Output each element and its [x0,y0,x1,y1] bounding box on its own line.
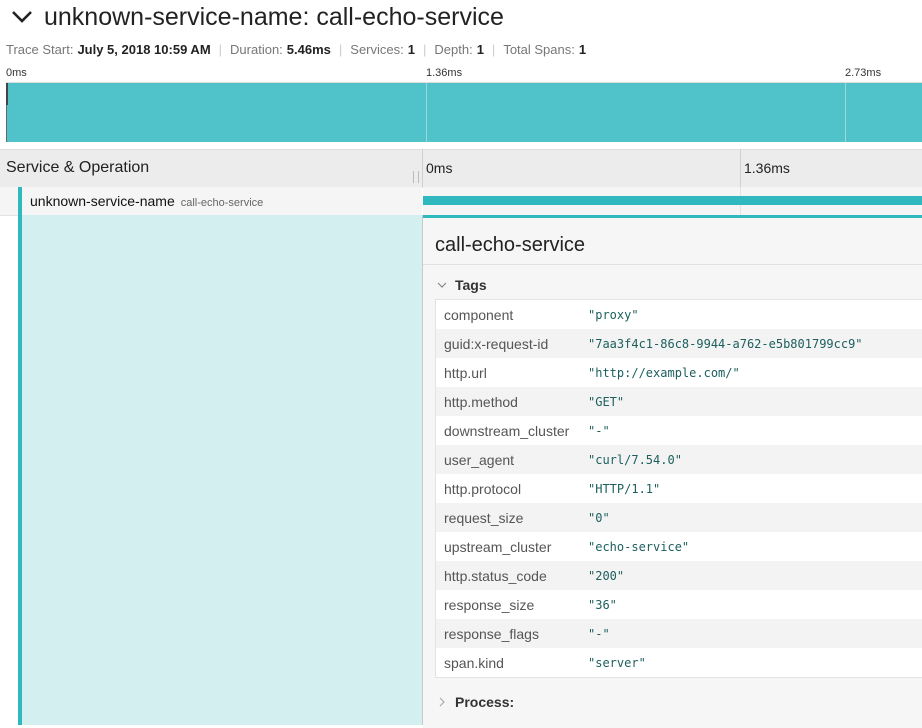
tag-value: "200" [588,568,625,583]
meta-trace-start: Trace Start: July 5, 2018 10:59 AM [6,42,211,57]
meta-services: Services: 1 [350,42,415,57]
tags-table: component "proxy" guid:x-request-id "7aa3f4… [435,299,922,678]
tag-row: request_size "0" [436,503,922,532]
tag-row: http.status_code "200" [436,561,922,590]
minimap-tickline [845,83,846,142]
meta-separator: | [422,42,427,57]
tag-key: http.method [444,393,518,410]
tag-row: guid:x-request-id "7aa3f4c1-86c8-9944-a76… [436,329,922,358]
meta-label: Trace Start: [6,42,74,57]
tag-row: http.url "http://example.com/" [436,358,922,387]
trace-minimap[interactable] [6,82,922,142]
minimap-tickline [426,83,427,142]
process-toggle[interactable]: Process: [437,694,514,710]
tag-value: "curl/7.54.0" [588,452,682,467]
column-resizer-handle[interactable] [413,171,419,183]
tag-key: component [444,306,514,323]
tag-value: "HTTP/1.1" [588,481,661,496]
span-operation-name: call-echo-service [180,197,264,209]
process-label: Process: [455,694,515,710]
tag-row: component "proxy" [436,300,922,329]
span-detail-title: call-echo-service [435,234,586,256]
meta-label: Services: [350,42,404,57]
meta-value: 1 [476,42,484,57]
tag-row: downstream_cluster "-" [436,416,922,445]
minimap-tick: 0ms [6,67,27,79]
trace-meta: Trace Start: July 5, 2018 10:59 AM | Dura… [6,42,586,57]
meta-value: 5.46ms [286,42,331,57]
service-operation-header: Service & Operation [6,159,150,176]
tag-key: http.protocol [444,480,522,497]
tag-value: "0" [588,510,610,525]
meta-value: 1 [407,42,415,57]
tag-row: user_agent "curl/7.54.0" [436,445,922,474]
tag-key: response_flags [444,625,539,642]
span-detail-left-fill [22,215,422,725]
tag-value: "http://example.com/" [588,365,740,380]
meta-separator: | [491,42,496,57]
tag-row: response_size "36" [436,590,922,619]
span-tree-guide [18,187,22,725]
span-name[interactable]: unknown-service-name call-echo-service [30,193,263,209]
meta-separator: | [338,42,343,57]
chevron-right-icon [437,696,449,708]
tag-row: response_flags "-" [436,619,922,648]
span-duration-bar[interactable] [423,196,922,205]
meta-total-spans: Total Spans: 1 [503,42,586,57]
tag-key: http.status_code [444,567,547,584]
tag-key: guid:x-request-id [444,335,549,352]
tag-key: span.kind [444,654,504,671]
meta-label: Depth: [434,42,473,57]
tag-row: span.kind "server" [436,648,922,677]
meta-value: 1 [578,42,587,57]
trace-title: unknown-service-name: call-echo-service [44,2,504,31]
tag-value: "36" [588,597,617,612]
minimap-drag-handle[interactable] [6,83,8,105]
tag-value: "proxy" [588,307,639,322]
chevron-down-icon [437,279,449,291]
trace-header[interactable]: unknown-service-name: call-echo-service [8,0,504,34]
minimap-tick: 1.36ms [426,67,463,79]
meta-separator: | [218,42,223,57]
tags-toggle[interactable]: Tags [437,277,487,293]
tag-row: upstream_cluster "echo-service" [436,532,922,561]
tag-key: response_size [444,596,535,613]
tag-key: downstream_cluster [444,422,570,439]
span-service-name: unknown-service-name [30,193,175,209]
meta-label: Duration: [230,42,283,57]
tag-key: request_size [444,509,524,526]
tags-label: Tags [455,277,487,293]
tag-value: "GET" [588,394,625,409]
tag-value: "-" [588,626,610,641]
tag-key: http.url [444,364,487,381]
chevron-down-icon[interactable] [8,3,36,31]
minimap-tick: 2.73ms [845,67,882,79]
column-divider [422,149,423,187]
meta-label: Total Spans: [503,42,575,57]
tag-value: "7aa3f4c1-86c8-9944-a762-e5b801799cc9" [588,336,863,351]
meta-depth: Depth: 1 [434,42,484,57]
tag-value: "server" [588,655,646,670]
detail-divider-line [423,264,922,265]
tag-value: "echo-service" [588,539,690,554]
timeline-tick: 0ms [426,160,453,176]
meta-value: July 5, 2018 10:59 AM [77,42,211,57]
timeline-tick: 1.36ms [744,160,790,176]
tag-value: "-" [588,423,610,438]
timeline-tickline [740,149,741,187]
tag-key: user_agent [444,451,515,468]
tag-row: http.protocol "HTTP/1.1" [436,474,922,503]
tag-key: upstream_cluster [444,538,552,555]
meta-duration: Duration: 5.46ms [230,42,331,57]
tag-row: http.method "GET" [436,387,922,416]
